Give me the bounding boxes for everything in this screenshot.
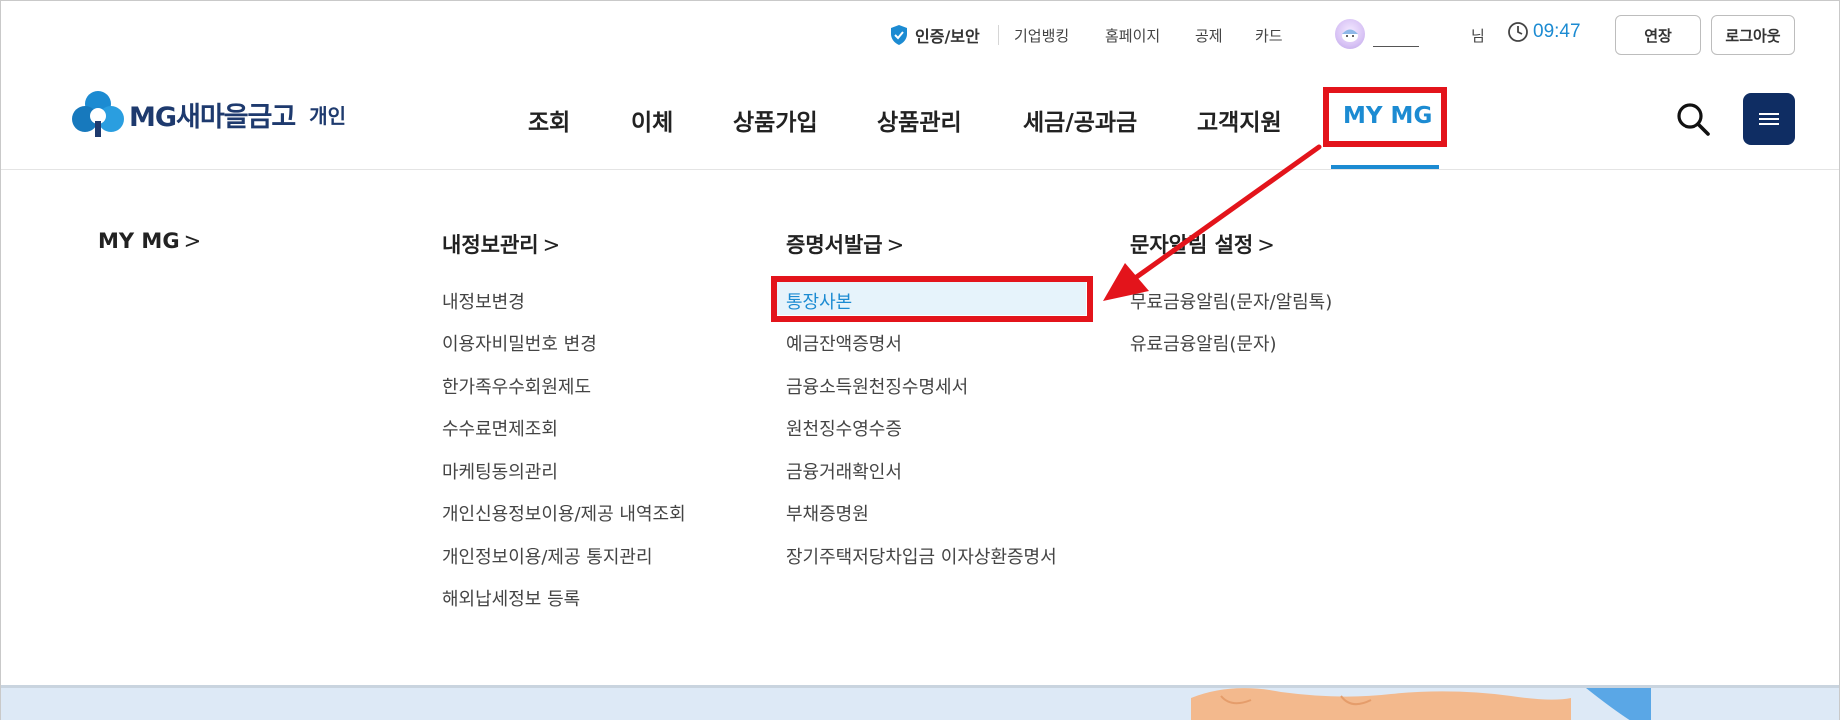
user-name-masked xyxy=(1373,21,1419,47)
header-divider xyxy=(1,169,1839,170)
menu-item-fee-exemption[interactable]: 수수료면제조회 xyxy=(442,415,558,441)
user-info xyxy=(1335,19,1419,49)
menu-col-my-mg[interactable]: MY MG > xyxy=(98,229,201,253)
menu-item-debt-cert[interactable]: 부채증명원 xyxy=(786,500,869,526)
user-suffix: 님 xyxy=(1471,27,1485,45)
search-icon[interactable] xyxy=(1675,101,1711,137)
menu-item-withholding-receipt[interactable]: 원천징수영수증 xyxy=(786,415,902,441)
chevron-right-icon: > xyxy=(886,233,905,257)
menu-col-title: 내정보관리 xyxy=(442,233,539,257)
cert-security-label: 인증/보안 xyxy=(915,27,980,46)
link-card[interactable]: 카드 xyxy=(1255,25,1283,46)
avatar xyxy=(1335,19,1365,49)
brand-name: MG새마을금고 xyxy=(129,101,296,133)
menu-item-family-member[interactable]: 한가족우수회원제도 xyxy=(442,373,591,399)
menu-item-change-password[interactable]: 이용자비밀번호 변경 xyxy=(442,330,597,356)
menu-col-title: 증명서발급 xyxy=(786,233,883,257)
annotation-box-passbook-copy xyxy=(771,276,1093,322)
session-time: 09:47 xyxy=(1533,21,1581,42)
menu-item-change-info[interactable]: 내정보변경 xyxy=(442,288,525,314)
menu-item-credit-info-history[interactable]: 개인신용정보이용/제공 내역조회 xyxy=(442,500,686,526)
gnb-customer-support[interactable]: 고객지원 xyxy=(1197,103,1282,137)
avatar-face-icon xyxy=(1342,29,1358,42)
logout-button[interactable]: 로그아웃 xyxy=(1711,15,1795,55)
link-insurance[interactable]: 공제 xyxy=(1195,25,1223,46)
cert-security-link[interactable]: 인증/보안 xyxy=(889,23,980,47)
chevron-right-icon: > xyxy=(183,229,202,253)
gnb-product-manage[interactable]: 상품관리 xyxy=(877,103,962,137)
menu-item-balance-cert[interactable]: 예금잔액증명서 xyxy=(786,330,902,356)
menu-item-paid-alert[interactable]: 유료금융알림(문자) xyxy=(1130,330,1277,356)
shield-check-icon xyxy=(891,25,907,45)
link-homepage[interactable]: 홈페이지 xyxy=(1105,25,1160,46)
annotation-arrow-icon xyxy=(1103,144,1322,301)
menu-item-privacy-notice[interactable]: 개인정보이용/제공 통지관리 xyxy=(442,543,653,569)
menu-col-certificates[interactable]: 증명서발급 > xyxy=(786,229,904,259)
menu-item-transaction-confirm[interactable]: 금융거래확인서 xyxy=(786,458,902,484)
hamburger-menu-button[interactable] xyxy=(1743,93,1795,145)
annotation-box-my-mg xyxy=(1323,87,1447,147)
chevron-right-icon: > xyxy=(542,233,561,257)
session-timer: 09:47 xyxy=(1507,21,1581,43)
menu-col-title: MY MG xyxy=(98,229,180,253)
menu-item-marketing-consent[interactable]: 마케팅동의관리 xyxy=(442,458,558,484)
clock-icon xyxy=(1508,22,1528,42)
utility-bar: 인증/보안 기업뱅킹 홈페이지 공제 카드 님 09:47 연장 로그아웃 xyxy=(1,1,1839,71)
menu-item-financial-income-tax[interactable]: 금융소득원천징수명세서 xyxy=(786,373,968,399)
gnb-inquiry[interactable]: 조회 xyxy=(528,103,570,137)
utility-divider xyxy=(998,25,999,45)
brand-logo[interactable]: MG새마을금고 개인 xyxy=(71,89,346,139)
extend-session-button[interactable]: 연장 xyxy=(1615,15,1701,55)
gnb-transfer[interactable]: 이체 xyxy=(631,103,673,137)
gnb-product-join[interactable]: 상품가입 xyxy=(733,103,818,137)
menu-item-mortgage-interest-cert[interactable]: 장기주택저당차입금 이자상환증명서 xyxy=(786,543,1057,569)
banner-illustration xyxy=(1191,688,1651,720)
gnb-tax-bills[interactable]: 세금/공과금 xyxy=(1023,103,1137,137)
menu-col-my-info[interactable]: 내정보관리 > xyxy=(442,229,560,259)
menu-item-overseas-tax[interactable]: 해외납세정보 등록 xyxy=(442,585,580,611)
link-corporate-banking[interactable]: 기업뱅킹 xyxy=(1014,25,1069,46)
mg-logo-icon xyxy=(72,91,124,137)
brand-sub: 개인 xyxy=(309,103,347,128)
hamburger-menu-icon xyxy=(1759,110,1779,128)
